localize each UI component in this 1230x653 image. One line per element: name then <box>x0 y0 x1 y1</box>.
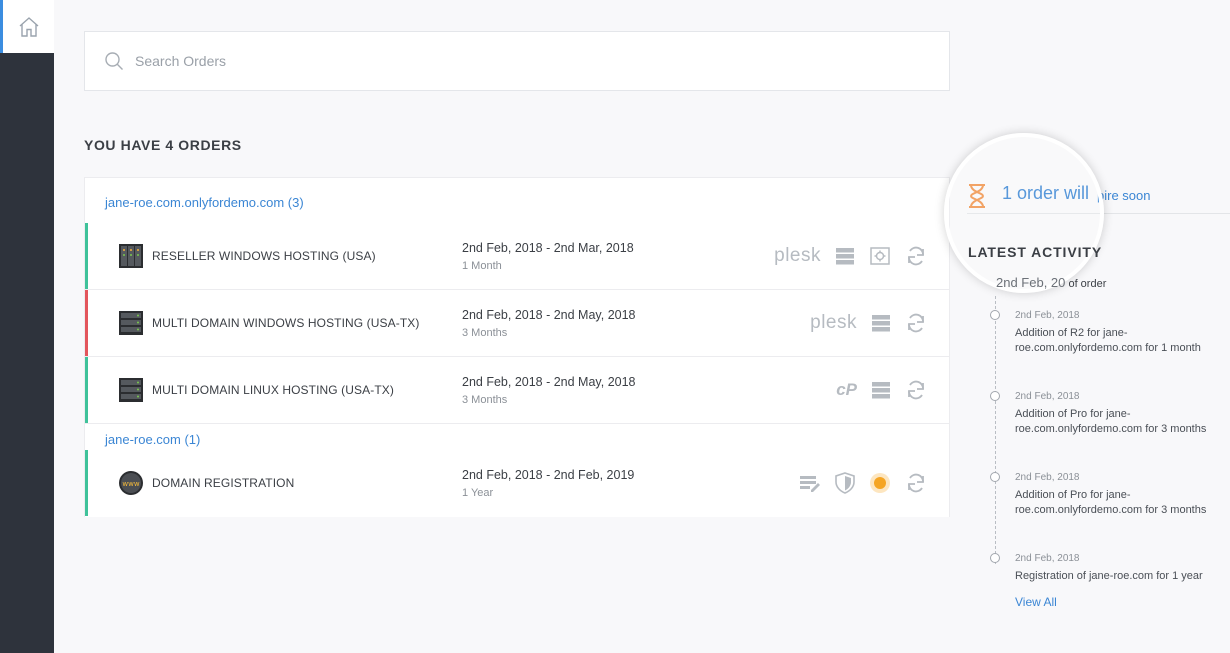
order-duration: 1 Month <box>462 260 502 272</box>
cpanel-icon[interactable]: cP <box>836 380 857 400</box>
server-icon[interactable] <box>871 380 891 400</box>
status-bar <box>85 290 88 356</box>
order-row[interactable]: MULTI DOMAIN WINDOWS HOSTING (USA-TX) 2n… <box>85 290 949 357</box>
search-input[interactable] <box>135 46 915 76</box>
dns-edit-icon[interactable] <box>799 473 821 493</box>
timeline-dot <box>990 310 1000 320</box>
order-group-title[interactable]: jane-roe.com.onlyfordemo.com (3) <box>105 195 304 210</box>
magnifier-overlay <box>944 133 1104 293</box>
activity-item: 2nd Feb, 2018 Addition of R2 for jane-ro… <box>990 310 1220 356</box>
renew-icon[interactable] <box>905 472 927 494</box>
order-row[interactable]: RESELLER WINDOWS HOSTING (USA) 2nd Feb, … <box>85 223 949 290</box>
activity-item: 2nd Feb, 2018 Addition of Pro for jane-r… <box>990 472 1220 518</box>
latest-activity-title: LATEST ACTIVITY <box>968 244 1103 260</box>
search-box <box>84 31 950 91</box>
activity-date: 2nd Feb, 2018 <box>1015 391 1080 402</box>
activity-first-date: 2nd Feb, 20 <box>996 275 1066 290</box>
server-rack-icon <box>119 378 143 402</box>
www-globe-icon: www <box>119 471 143 495</box>
sidebar <box>0 0 54 653</box>
order-row[interactable]: www DOMAIN REGISTRATION 2nd Feb, 2018 - … <box>85 450 949 517</box>
timeline-dot <box>990 553 1000 563</box>
orders-heading: YOU HAVE 4 ORDERS <box>84 137 242 153</box>
expire-notice-text-rest: pire soon <box>1097 188 1151 203</box>
activity-first-line: 2nd Feb, 20 of order <box>996 275 1106 290</box>
order-row[interactable]: MULTI DOMAIN LINUX HOSTING (USA-TX) 2nd … <box>85 357 949 424</box>
server-icon[interactable] <box>835 246 855 266</box>
renew-icon[interactable] <box>905 379 927 401</box>
timeline-line <box>995 296 996 564</box>
status-bar <box>85 357 88 423</box>
view-all-link[interactable]: View All <box>1015 595 1057 609</box>
server-rack-icon <box>119 311 143 335</box>
home-button[interactable] <box>0 0 54 53</box>
plesk-icon[interactable]: plesk <box>810 312 857 334</box>
timeline-dot <box>990 472 1000 482</box>
activity-date: 2nd Feb, 2018 <box>1015 553 1080 564</box>
order-name: DOMAIN REGISTRATION <box>152 476 295 490</box>
orders-list: jane-roe.com.onlyfordemo.com (3) RESELLE… <box>84 177 950 517</box>
activity-text: Addition of R2 for jane-roe.com.onlyford… <box>1015 327 1201 354</box>
plesk-icon[interactable]: plesk <box>774 245 821 267</box>
order-name: RESELLER WINDOWS HOSTING (USA) <box>152 249 376 263</box>
activity-item: 2nd Feb, 2018 Registration of jane-roe.c… <box>990 553 1220 584</box>
order-name: MULTI DOMAIN LINUX HOSTING (USA-TX) <box>152 383 394 397</box>
activity-text: Addition of Pro for jane-roe.com.onlyfor… <box>1015 408 1207 435</box>
order-duration: 3 Months <box>462 394 508 406</box>
activity-item: 2nd Feb, 2018 Addition of Pro for jane-r… <box>990 391 1220 437</box>
search-icon <box>105 52 123 70</box>
activity-first-text: of order <box>1068 278 1107 290</box>
order-duration: 3 Months <box>462 327 508 339</box>
shield-icon[interactable] <box>835 472 855 494</box>
renew-icon[interactable] <box>905 312 927 334</box>
status-bar <box>85 223 88 289</box>
status-dot-icon[interactable] <box>869 472 891 494</box>
order-duration: 1 Year <box>462 487 494 499</box>
order-group-title[interactable]: jane-roe.com (1) <box>105 432 200 447</box>
server-icon[interactable] <box>871 313 891 333</box>
server-rack-icon <box>119 244 143 268</box>
order-dates: 2nd Feb, 2018 - 2nd Feb, 2019 <box>462 468 635 482</box>
home-icon <box>19 16 38 37</box>
status-bar <box>85 450 88 516</box>
activity-text: Registration of jane-roe.com for 1 year <box>1015 570 1203 582</box>
activity-text: Addition of Pro for jane-roe.com.onlyfor… <box>1015 489 1207 516</box>
activity-date: 2nd Feb, 2018 <box>1015 310 1080 321</box>
order-dates: 2nd Feb, 2018 - 2nd Mar, 2018 <box>462 241 634 255</box>
order-name: MULTI DOMAIN WINDOWS HOSTING (USA-TX) <box>152 316 420 330</box>
svg-text:www: www <box>122 480 139 488</box>
order-dates: 2nd Feb, 2018 - 2nd May, 2018 <box>462 308 636 322</box>
renew-icon[interactable] <box>905 245 927 267</box>
settings-panel-icon[interactable] <box>869 245 891 267</box>
timeline-dot <box>990 391 1000 401</box>
order-dates: 2nd Feb, 2018 - 2nd May, 2018 <box>462 375 636 389</box>
activity-date: 2nd Feb, 2018 <box>1015 472 1080 483</box>
